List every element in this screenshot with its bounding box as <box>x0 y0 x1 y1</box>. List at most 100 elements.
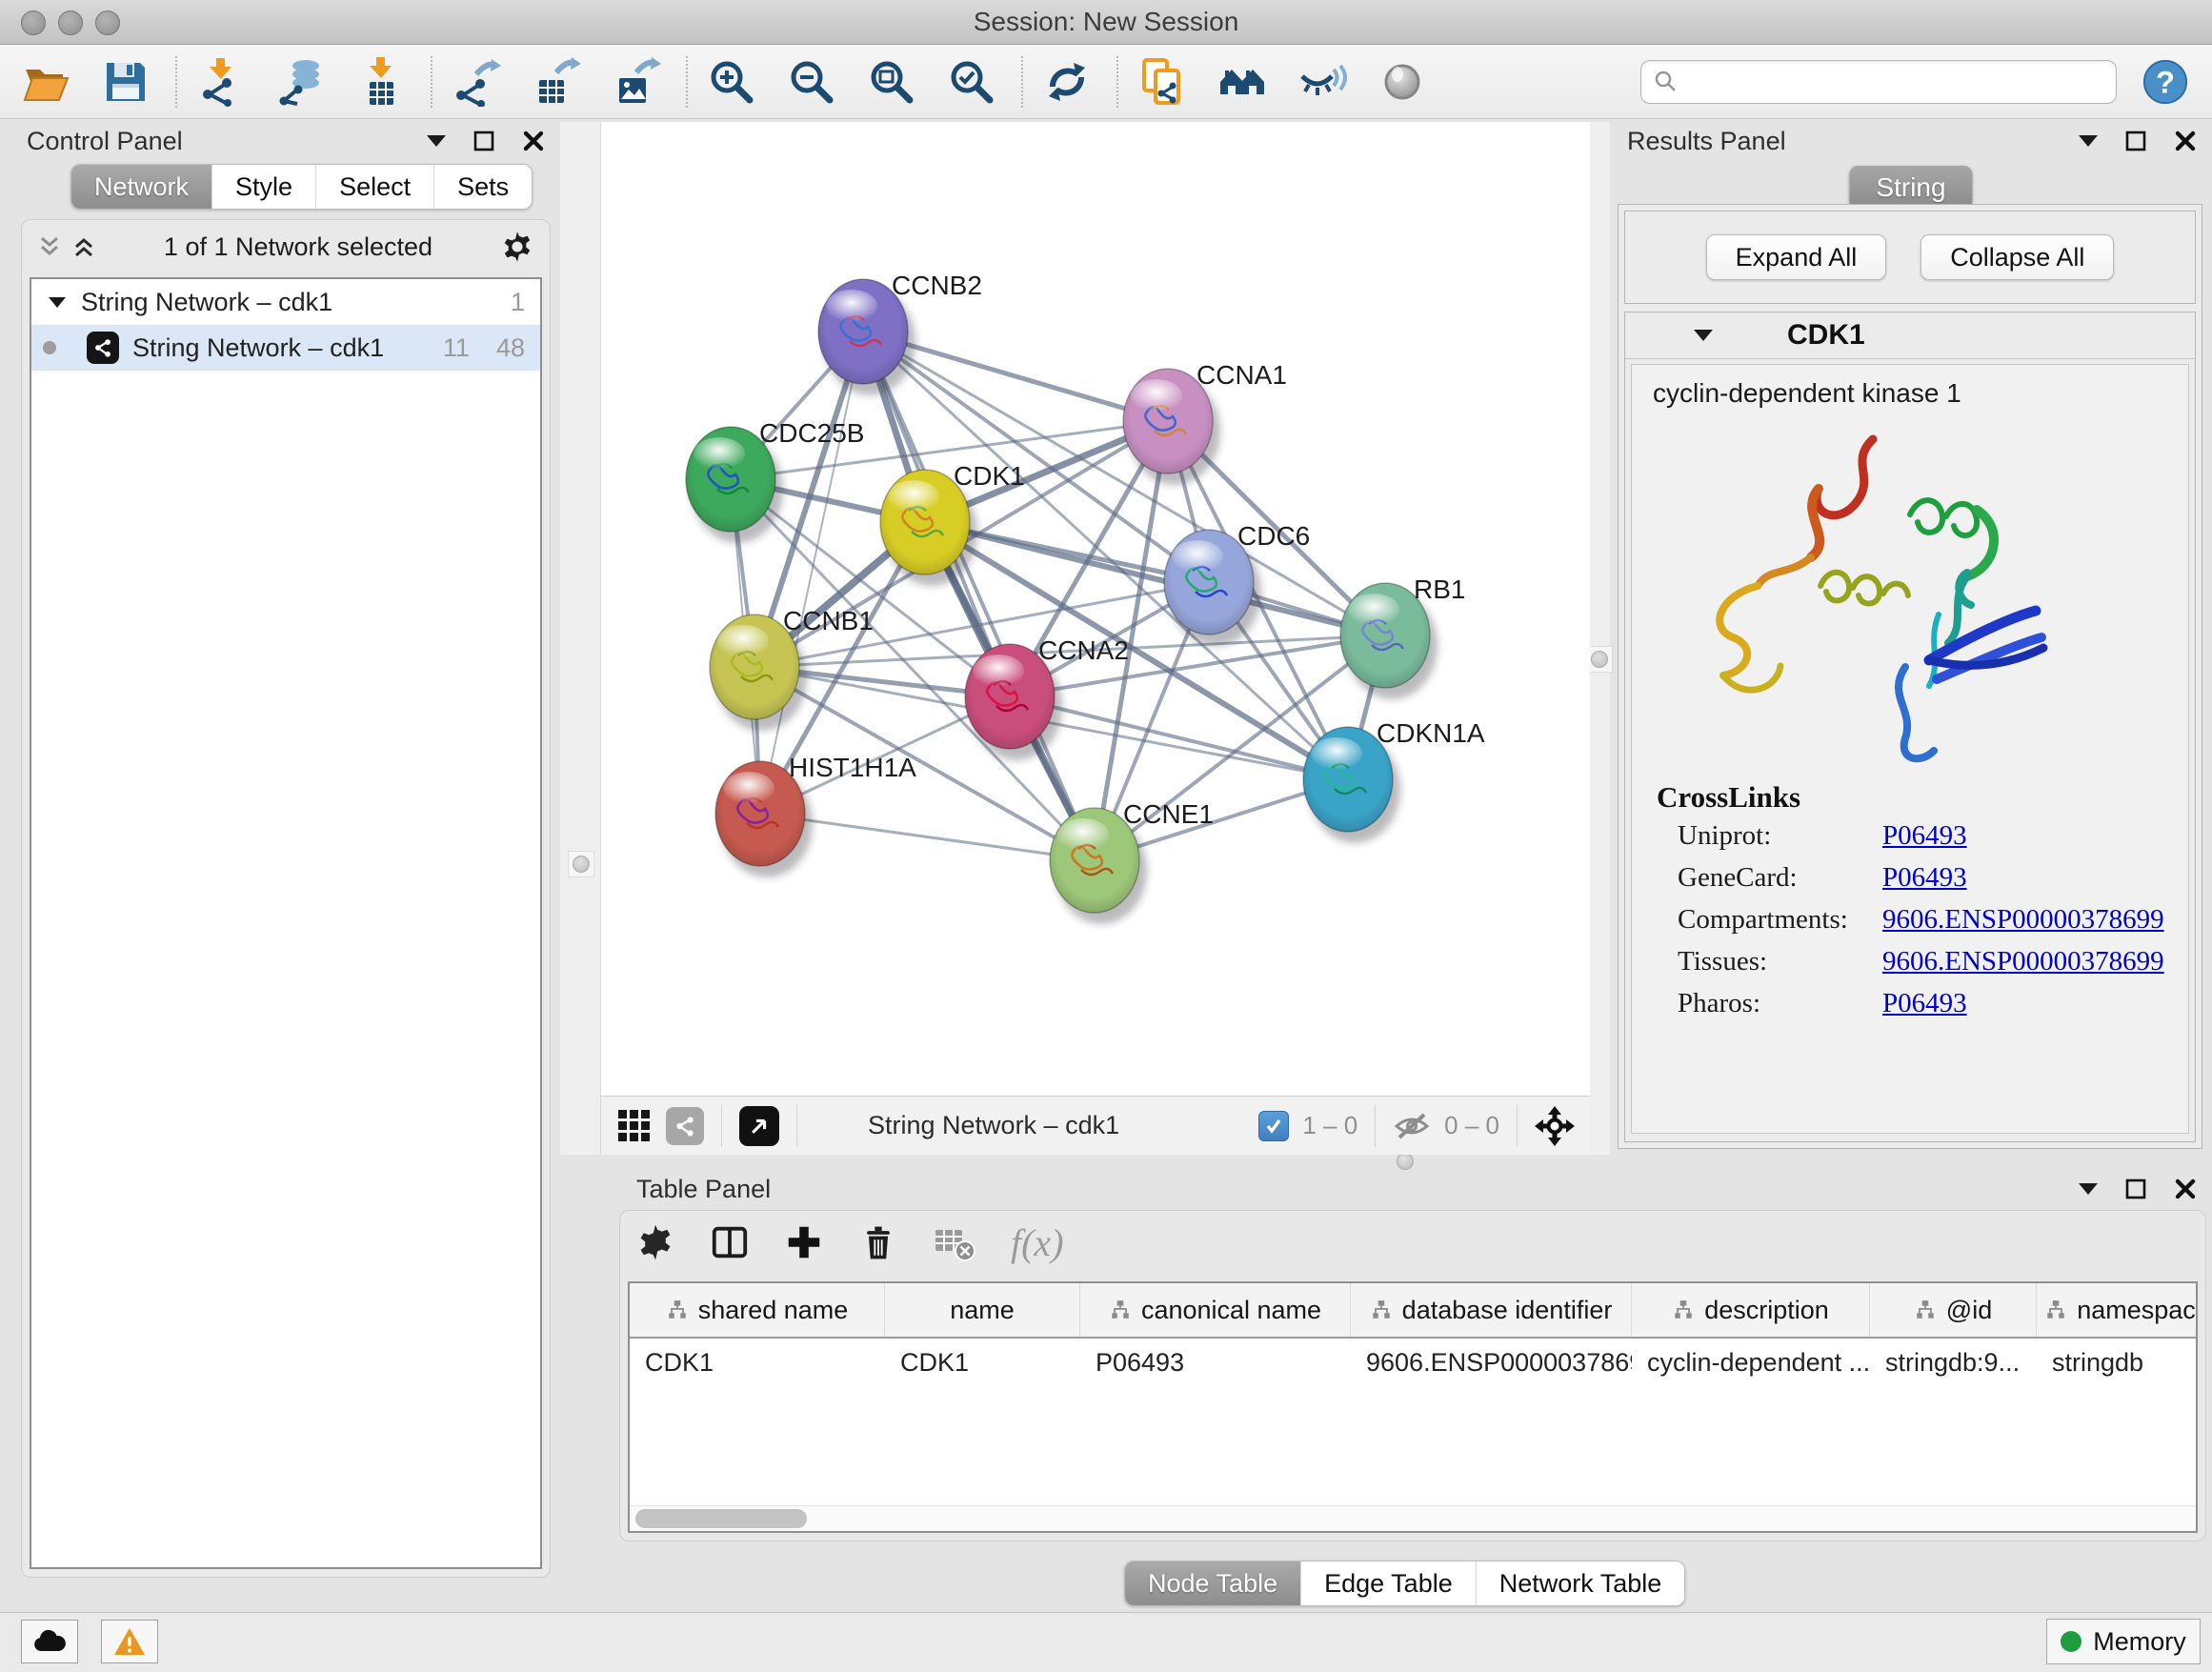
table-row[interactable]: CDK1CDK1P064939606.ENSP00000378699cyclin… <box>630 1339 2196 1386</box>
network-options-gear-icon[interactable] <box>500 230 534 264</box>
open-session-icon[interactable] <box>21 57 70 107</box>
expand-all-networks-icon[interactable] <box>71 234 96 259</box>
table-cell[interactable]: CDK1 <box>630 1348 885 1378</box>
left-splitter-handle[interactable] <box>568 851 594 877</box>
column-header-name[interactable]: name <box>885 1283 1080 1337</box>
import-network-database-icon[interactable] <box>276 57 326 107</box>
network-canvas[interactable]: CCNB2CCNA1CDC25BCDK1CDC6RB1CCNB1CCNA2CDK… <box>601 122 1590 1096</box>
column-header--id[interactable]: @id <box>1870 1283 2037 1337</box>
import-table-icon[interactable] <box>356 57 406 107</box>
tab-edge-table[interactable]: Edge Table <box>1300 1561 1476 1605</box>
table-horizontal-scrollbar[interactable] <box>630 1505 2196 1531</box>
add-column-icon[interactable] <box>784 1222 824 1262</box>
table-toolbar: f(x) <box>620 1211 2205 1274</box>
table-panel-tabs: Node Table Edge Table Network Table <box>1124 1561 1685 1606</box>
tab-sets[interactable]: Sets <box>433 165 532 209</box>
float-panel-icon[interactable] <box>2124 130 2147 152</box>
table-cell[interactable]: stringdb:9... <box>1870 1348 2037 1378</box>
node-label-HIST1H1A: HIST1H1A <box>789 753 916 782</box>
crosslinks-heading: CrossLinks <box>1657 780 2188 815</box>
pan-navigate-icon[interactable] <box>1535 1106 1575 1146</box>
float-panel-icon[interactable] <box>2124 1178 2147 1200</box>
panel-menu-icon[interactable] <box>2079 135 2098 147</box>
table-header-row: shared namenamecanonical namedatabase id… <box>630 1283 2196 1339</box>
network-view[interactable]: CCNB2CCNA1CDC25BCDK1CDC6RB1CCNB1CCNA2CDK… <box>600 122 1590 1155</box>
hidden-items-icon <box>1393 1111 1431 1141</box>
table-options-gear-icon[interactable] <box>635 1222 675 1262</box>
tab-node-table[interactable]: Node Table <box>1125 1561 1300 1605</box>
open-in-browser-icon[interactable] <box>739 1106 779 1146</box>
crosslink-link[interactable]: 9606.ENSP00000378699 <box>1882 904 2164 936</box>
tab-style[interactable]: Style <box>211 165 315 209</box>
gene-collapse-icon[interactable] <box>1694 330 1713 341</box>
selected-items-checkbox[interactable] <box>1258 1111 1289 1141</box>
panel-menu-icon[interactable] <box>427 135 446 147</box>
memory-status-dot <box>2061 1631 2081 1652</box>
table-cell[interactable]: 9606.ENSP00000378699 <box>1351 1348 1632 1378</box>
network-share-icon <box>87 332 119 364</box>
column-header-description[interactable]: description <box>1632 1283 1870 1337</box>
cloud-status-button[interactable] <box>21 1620 78 1663</box>
crosslink-link[interactable]: P06493 <box>1882 988 1967 1019</box>
crosslink-link[interactable]: P06493 <box>1882 820 1967 852</box>
zoom-fit-icon[interactable] <box>867 57 916 107</box>
control-panel-tabs: Network Style Select Sets <box>70 164 533 210</box>
table-cell[interactable]: CDK1 <box>885 1348 1080 1378</box>
close-panel-icon[interactable] <box>522 130 545 152</box>
save-session-icon[interactable] <box>101 57 151 107</box>
first-neighbors-icon[interactable] <box>1217 57 1267 107</box>
export-network-icon[interactable] <box>452 57 501 107</box>
column-header-canonical-name[interactable]: canonical name <box>1080 1283 1351 1337</box>
memory-button[interactable]: Memory <box>2046 1619 2201 1664</box>
close-panel-icon[interactable] <box>2174 1178 2197 1200</box>
network-collection-row[interactable]: String Network – cdk1 1 <box>31 279 540 325</box>
column-header-database-identifier[interactable]: database identifier <box>1351 1283 1632 1337</box>
table-cell[interactable]: P06493 <box>1080 1348 1351 1378</box>
zoom-selected-icon[interactable] <box>947 57 996 107</box>
tab-network[interactable]: Network <box>71 165 211 209</box>
collection-expand-icon[interactable] <box>49 297 66 308</box>
crosslink-link[interactable]: P06493 <box>1882 862 1967 894</box>
import-network-icon[interactable] <box>196 57 246 107</box>
delete-column-icon[interactable] <box>858 1222 898 1262</box>
table-cell[interactable]: cyclin-dependent ... <box>1632 1348 1870 1378</box>
tab-select[interactable]: Select <box>315 165 433 209</box>
network-edge[interactable] <box>925 522 1385 635</box>
export-image-icon[interactable] <box>612 57 661 107</box>
left-splitter[interactable] <box>560 122 600 1155</box>
network-type-icon[interactable] <box>666 1107 704 1145</box>
right-splitter-handle[interactable] <box>1586 646 1613 673</box>
crosslink-link[interactable]: 9606.ENSP00000378699 <box>1882 946 2164 977</box>
table-cell[interactable]: stringdb <box>2037 1348 2198 1378</box>
show-columns-icon[interactable] <box>710 1222 750 1262</box>
scrollbar-thumb[interactable] <box>635 1509 807 1528</box>
search-input[interactable] <box>1679 66 2116 97</box>
close-panel-icon[interactable] <box>2174 130 2197 152</box>
warnings-button[interactable] <box>101 1620 158 1663</box>
clone-network-icon[interactable] <box>1137 57 1187 107</box>
zoom-in-icon[interactable] <box>707 57 756 107</box>
help-icon[interactable]: ? <box>2142 58 2189 106</box>
network-row-selected[interactable]: String Network – cdk1 11 48 <box>31 325 540 371</box>
column-header-namespace[interactable]: namespace <box>2037 1283 2198 1337</box>
collapse-all-button[interactable]: Collapse All <box>1920 234 2114 280</box>
search-box[interactable] <box>1640 60 2117 104</box>
collapse-all-networks-icon[interactable] <box>37 234 62 259</box>
expand-all-button[interactable]: Expand All <box>1706 234 1887 280</box>
node-label-CCNA1: CCNA1 <box>1196 360 1287 390</box>
right-splitter[interactable] <box>1589 122 1610 1155</box>
hide-selected-icon[interactable] <box>1297 57 1347 107</box>
show-all-icon[interactable] <box>1377 57 1427 107</box>
zoom-out-icon[interactable] <box>787 57 836 107</box>
gene-section-header[interactable]: CDK1 <box>1625 312 2195 359</box>
birds-eye-view-icon[interactable] <box>616 1108 653 1144</box>
tab-network-table[interactable]: Network Table <box>1476 1561 1685 1605</box>
network-edge[interactable] <box>760 332 863 814</box>
results-panel: Results Panel String Expand All Collapse… <box>1610 122 2212 1158</box>
refresh-icon[interactable] <box>1042 57 1092 107</box>
column-header-shared-name[interactable]: shared name <box>630 1283 885 1337</box>
float-panel-icon[interactable] <box>473 130 495 152</box>
node-label-CCNB2: CCNB2 <box>892 271 982 300</box>
export-table-icon[interactable] <box>532 57 581 107</box>
panel-menu-icon[interactable] <box>2079 1183 2098 1195</box>
